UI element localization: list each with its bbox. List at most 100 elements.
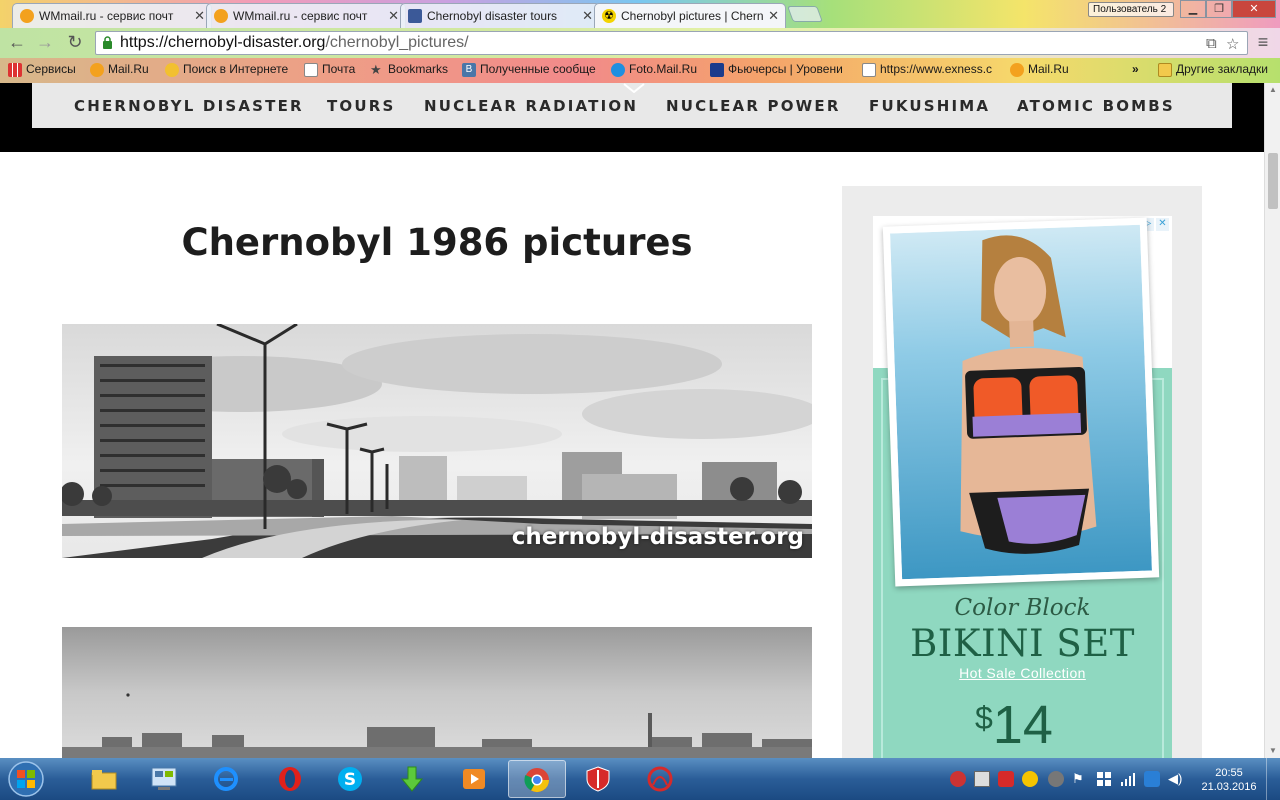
- volume-icon[interactable]: ◀): [1168, 771, 1184, 787]
- bookmark-item[interactable]: Фьючерсы | Уровени: [710, 62, 844, 79]
- nav-chernobyl-disaster[interactable]: CHERNOBYL DISASTER: [74, 97, 304, 115]
- ad-headline: BIKINI SET: [910, 622, 1135, 665]
- restore-icon[interactable]: ❐: [1206, 0, 1232, 18]
- close-icon[interactable]: ✕: [388, 8, 399, 24]
- bookmark-apps[interactable]: Сервисы: [8, 62, 78, 79]
- show-desktop-button[interactable]: [1266, 758, 1280, 800]
- bookmark-item[interactable]: ★ Bookmarks: [370, 62, 455, 79]
- tab-strip: WMmail.ru - сервис почт ✕ WMmail.ru - се…: [0, 0, 1280, 28]
- scroll-down-icon[interactable]: ▼: [1265, 744, 1280, 758]
- nav-nuclear-power[interactable]: NUCLEAR POWER: [666, 97, 841, 115]
- bookmarks-bar: Сервисы Mail.Ru Поиск в Интернете Почта …: [0, 58, 1280, 83]
- page-scrollbar[interactable]: ▲ ▼: [1264, 83, 1280, 758]
- close-icon[interactable]: ✕: [768, 8, 779, 24]
- chernobyl-photo[interactable]: [62, 627, 812, 758]
- ad-price-value: 14: [992, 695, 1053, 755]
- taskbar-app[interactable]: [384, 760, 442, 798]
- windows-icon[interactable]: [1096, 771, 1112, 787]
- chernobyl-photo[interactable]: chernobyl-disaster.org: [62, 324, 812, 558]
- clock-date: 21.03.2016: [1201, 781, 1257, 793]
- translate-icon[interactable]: ⧉: [1206, 35, 1217, 52]
- tray-blue-icon[interactable]: [1144, 771, 1160, 787]
- tray-app-icon[interactable]: [950, 771, 966, 787]
- nav-nuclear-radiation[interactable]: NUCLEAR RADIATION: [424, 97, 638, 115]
- bookmark-item[interactable]: Foto.Mail.Ru: [611, 62, 703, 79]
- taskbar-app[interactable]: [198, 760, 256, 798]
- opera-icon: [279, 767, 301, 791]
- bookmark-item[interactable]: B Полученные сообще: [462, 62, 597, 79]
- action-center-flag-icon[interactable]: ⚑: [1072, 771, 1088, 787]
- site-header: CHERNOBYL DISASTER TOURS NUCLEAR RADIATI…: [0, 83, 1264, 152]
- bookmark-item[interactable]: Поиск в Интернете: [165, 62, 295, 79]
- close-icon[interactable]: ✕: [194, 8, 205, 24]
- tray-smiley-icon[interactable]: [1022, 771, 1038, 787]
- window-close-icon[interactable]: ✕: [1232, 0, 1276, 18]
- browser-tab-active[interactable]: ☢ Chernobyl pictures | Chern ✕: [594, 3, 786, 28]
- taskbar-app[interactable]: [632, 760, 690, 798]
- k-icon: [710, 63, 724, 77]
- mailru-icon: [20, 9, 34, 23]
- signal-bars-icon[interactable]: [1120, 771, 1136, 787]
- taskbar-app[interactable]: S: [322, 760, 380, 798]
- bookmarks-overflow-button[interactable]: »: [1128, 62, 1148, 79]
- start-button[interactable]: [2, 759, 50, 799]
- photo-image: [62, 324, 812, 558]
- bookmark-item[interactable]: Mail.Ru: [90, 62, 160, 79]
- page-icon: [862, 63, 876, 77]
- close-icon[interactable]: ✕: [582, 8, 593, 24]
- scroll-up-icon[interactable]: ▲: [1265, 83, 1280, 97]
- taskbar-app[interactable]: [262, 760, 320, 798]
- forward-icon[interactable]: →: [34, 33, 56, 53]
- bookmark-item[interactable]: https://www.exness.c: [862, 62, 997, 79]
- browser-tab[interactable]: WMmail.ru - сервис почт ✕: [206, 3, 406, 28]
- internet-explorer-icon: [214, 767, 238, 791]
- bookmark-item[interactable]: Почта: [304, 62, 364, 79]
- ad-link[interactable]: Hot Sale Collection: [873, 665, 1172, 681]
- minimize-icon[interactable]: ▁: [1180, 0, 1206, 18]
- page-viewport: CHERNOBYL DISASTER TOURS NUCLEAR RADIATI…: [0, 83, 1264, 758]
- address-bar[interactable]: https://chernobyl-disaster.org/chernobyl…: [95, 31, 1248, 55]
- page-title: Chernobyl 1986 pictures: [181, 221, 693, 264]
- advertisement[interactable]: ▷ ✕ Color Block BIKINI SET Hot Sale Coll…: [873, 216, 1172, 758]
- browser-tab[interactable]: Chernobyl disaster tours ✕: [400, 3, 600, 28]
- ad-subtitle: Color Block: [954, 595, 1091, 621]
- control-panel-icon: [151, 767, 177, 790]
- photo-image: [62, 627, 812, 758]
- taskbar-app[interactable]: [446, 760, 504, 798]
- radiation-icon: ☢: [602, 9, 616, 23]
- chrome-icon: [524, 768, 549, 793]
- main-navigation: CHERNOBYL DISASTER TOURS NUCLEAR RADIATI…: [32, 83, 1232, 128]
- profile-button[interactable]: Пользователь 2: [1088, 2, 1174, 17]
- ad-price: $14: [975, 694, 1053, 756]
- reload-icon[interactable]: ↻: [64, 33, 86, 53]
- skype-icon: S: [338, 767, 362, 791]
- nav-fukushima[interactable]: FUKUSHIMA: [869, 97, 990, 115]
- new-tab-button[interactable]: [787, 6, 823, 22]
- chevron-down-icon: [623, 83, 645, 93]
- bookmark-item[interactable]: Mail.Ru: [1010, 62, 1080, 79]
- page-icon: [304, 63, 318, 77]
- browser-tab[interactable]: WMmail.ru - сервис почт ✕: [12, 3, 212, 28]
- taskbar-app-active[interactable]: [508, 760, 566, 798]
- tray-device-icon[interactable]: [974, 771, 990, 787]
- taskbar-app[interactable]: [136, 760, 194, 798]
- scrollbar-thumb[interactable]: [1268, 153, 1278, 209]
- clock-time: 20:55: [1215, 767, 1243, 779]
- other-bookmarks-folder[interactable]: Другие закладки: [1158, 62, 1278, 79]
- system-clock[interactable]: 20:55 21.03.2016: [1196, 766, 1262, 794]
- back-icon[interactable]: ←: [6, 33, 28, 53]
- nav-tours[interactable]: TOURS: [327, 97, 396, 115]
- taskbar-app[interactable]: [76, 760, 134, 798]
- photo-icon: [611, 63, 625, 77]
- star-icon: ★: [370, 62, 382, 77]
- menu-icon[interactable]: ≡: [1252, 33, 1274, 53]
- star-icon[interactable]: ☆: [1226, 35, 1239, 53]
- svg-text:S: S: [344, 770, 356, 790]
- close-icon[interactable]: ✕: [1156, 218, 1169, 231]
- tray-shield-icon[interactable]: [998, 771, 1014, 787]
- taskbar-app[interactable]: [570, 760, 628, 798]
- tray-network-icon[interactable]: [1048, 771, 1064, 787]
- nav-atomic-bombs[interactable]: ATOMIC BOMBS: [1017, 97, 1175, 115]
- apps-icon: [8, 63, 22, 77]
- media-player-icon: [463, 769, 485, 789]
